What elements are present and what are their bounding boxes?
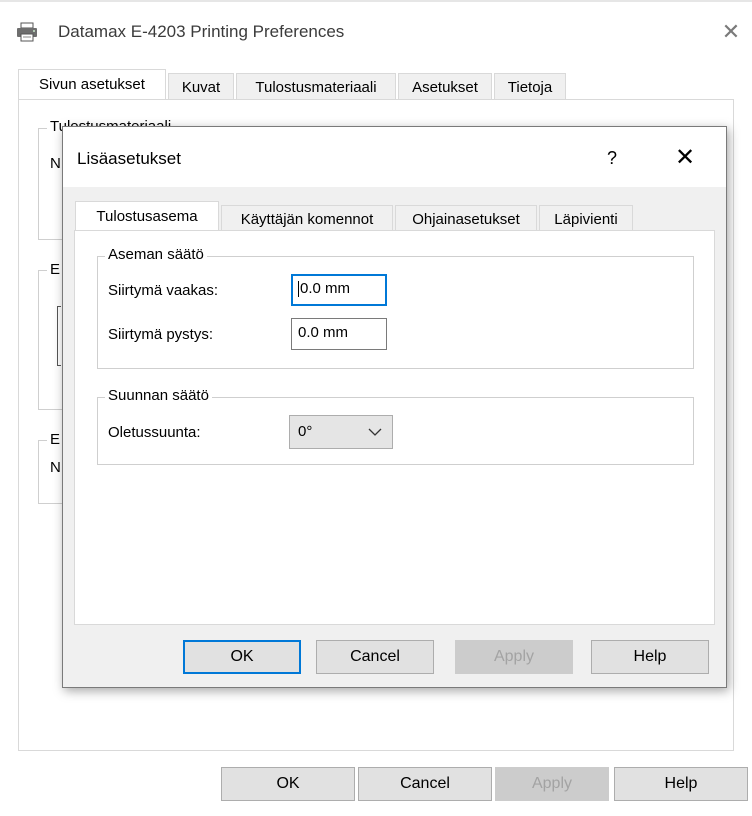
tab-tulostusmateriaali[interactable]: Tulostusmateriaali	[236, 73, 396, 101]
dialog-apply-button[interactable]: Apply	[455, 640, 573, 674]
printer-icon	[16, 22, 38, 42]
ok-button[interactable]: OK	[221, 767, 355, 801]
tab-kuvat[interactable]: Kuvat	[168, 73, 234, 101]
tab-tietoja[interactable]: Tietoja	[494, 73, 566, 101]
tab-asetukset[interactable]: Asetukset	[398, 73, 492, 101]
cancel-button[interactable]: Cancel	[358, 767, 492, 801]
help-button[interactable]: Help	[614, 767, 748, 801]
vertical-offset-input[interactable]: 0.0 mm	[291, 318, 387, 350]
default-orientation-select[interactable]: 0°	[289, 415, 393, 449]
dialog-help-button-bottom[interactable]: Help	[591, 640, 709, 674]
dialog-close-button[interactable]: ✕	[667, 143, 703, 173]
outer-control-edge	[57, 306, 61, 366]
chevron-down-icon	[368, 416, 382, 460]
outer-group-title: E	[47, 431, 64, 448]
advanced-settings-dialog: Lisäasetukset ? ✕ Tulostusasema Käyttäjä…	[62, 126, 727, 688]
window-top-edge	[0, 0, 752, 2]
outer-fragment: N	[50, 459, 61, 476]
tab-lapivienti[interactable]: Läpivienti	[539, 205, 633, 233]
horizontal-offset-label: Siirtymä vaakas:	[108, 282, 219, 299]
vertical-offset-label: Siirtymä pystys:	[108, 326, 214, 343]
outer-fragment: N	[50, 155, 61, 172]
position-group-title: Aseman säätö	[105, 246, 207, 263]
tab-sivun-asetukset[interactable]: Sivun asetukset	[18, 69, 166, 101]
apply-button[interactable]: Apply	[495, 767, 609, 801]
horizontal-offset-input[interactable]: 0.0 mm	[291, 274, 387, 306]
dialog-tab-panel: Aseman säätö Siirtymä vaakas: 0.0 mm Sii…	[74, 230, 715, 625]
horizontal-offset-value: 0.0 mm	[300, 280, 351, 297]
dialog-title: Lisäasetukset	[77, 149, 181, 168]
dialog-cancel-button[interactable]: Cancel	[316, 640, 434, 674]
text-caret	[298, 281, 299, 298]
tab-ohjainasetukset[interactable]: Ohjainasetukset	[395, 205, 537, 233]
dialog-ok-button[interactable]: OK	[183, 640, 301, 674]
tab-tulostusasema[interactable]: Tulostusasema	[75, 201, 219, 233]
default-orientation-value: 0°	[298, 423, 313, 440]
dialog-help-button[interactable]: ?	[599, 145, 625, 171]
window-close-button[interactable]: ✕	[716, 18, 746, 46]
outer-group-title: E	[47, 261, 64, 278]
window-title: Datamax E-4203 Printing Preferences	[58, 22, 345, 41]
tab-kayttajan-komennot[interactable]: Käyttäjän komennot	[221, 205, 393, 233]
position-group	[97, 256, 694, 369]
orientation-group-title: Suunnan säätö	[105, 387, 212, 404]
default-orientation-label: Oletussuunta:	[108, 424, 201, 441]
